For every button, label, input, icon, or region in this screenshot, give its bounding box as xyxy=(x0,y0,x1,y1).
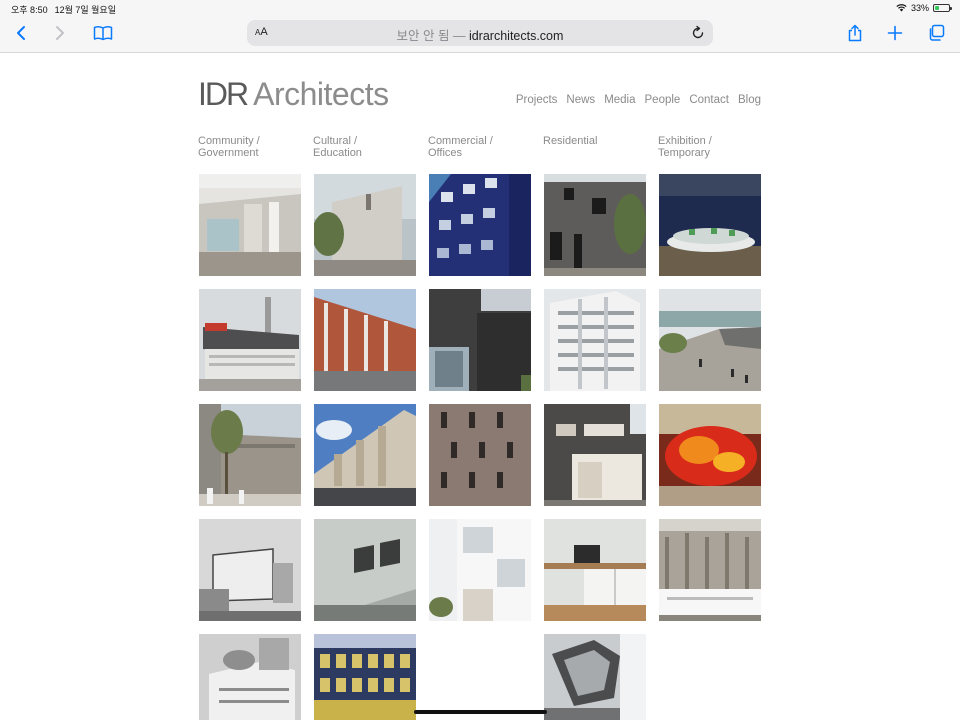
project-thumbnail[interactable] xyxy=(429,404,531,506)
reload-icon xyxy=(692,25,704,39)
status-bar: 오후 8:50 12월 7일 월요일 33% xyxy=(0,0,960,16)
share-icon xyxy=(848,24,862,42)
project-thumbnail[interactable] xyxy=(659,289,761,391)
wifi-icon xyxy=(896,4,907,12)
project-thumbnail[interactable] xyxy=(314,519,416,621)
category-line2: Offices xyxy=(428,147,463,159)
category-cultural-education[interactable]: Cultural / Education xyxy=(313,135,416,159)
chevron-left-icon xyxy=(17,26,25,40)
category-line2: Temporary xyxy=(658,147,710,159)
category-line1: Cultural / xyxy=(313,135,358,147)
category-line2: Education xyxy=(313,147,362,159)
status-left: 오후 8:50 12월 7일 월요일 xyxy=(11,3,116,16)
category-line1: Community / xyxy=(198,135,260,147)
bookmarks-button[interactable] xyxy=(90,22,116,44)
project-thumbnail[interactable] xyxy=(544,519,646,621)
project-thumbnail[interactable] xyxy=(659,519,761,621)
nav-blog[interactable]: Blog xyxy=(738,94,761,106)
category-community-government[interactable]: Community / Government xyxy=(198,135,301,159)
plus-icon xyxy=(887,25,903,41)
nav-projects[interactable]: Projects xyxy=(516,94,558,106)
project-thumbnail[interactable] xyxy=(429,174,531,276)
category-commercial-offices[interactable]: Commercial / Offices xyxy=(428,135,531,159)
category-line2: Government xyxy=(198,147,259,159)
back-button[interactable] xyxy=(8,22,34,44)
address-security-label: 보안 안 됨 — xyxy=(396,29,466,43)
project-thumbnail[interactable] xyxy=(544,634,646,720)
nav-people[interactable]: People xyxy=(645,94,681,106)
project-thumbnail[interactable] xyxy=(314,289,416,391)
category-exhibition-temporary[interactable]: Exhibition / Temporary xyxy=(658,135,761,159)
status-date: 12월 7일 월요일 xyxy=(54,5,116,15)
project-thumbnail[interactable] xyxy=(199,404,301,506)
project-thumbnail[interactable] xyxy=(659,174,761,276)
site-logo[interactable]: IDR Architects xyxy=(198,76,389,113)
reload-button[interactable] xyxy=(690,25,706,41)
browser-toolbar: AA 보안 안 됨 — idrarchitects.com xyxy=(0,16,960,53)
home-indicator xyxy=(414,710,547,714)
book-icon xyxy=(93,26,113,41)
project-thumbnail[interactable] xyxy=(544,289,646,391)
site-nav: Projects News Media People Contact Blog xyxy=(516,94,761,106)
project-thumbnail[interactable] xyxy=(659,404,761,506)
category-line1: Residential xyxy=(543,135,598,147)
battery-percent: 33% xyxy=(910,3,929,13)
tabs-icon xyxy=(929,24,945,41)
address-domain: idrarchitects.com xyxy=(468,29,564,43)
nav-contact[interactable]: Contact xyxy=(689,94,729,106)
project-thumbnail[interactable] xyxy=(544,174,646,276)
nav-media[interactable]: Media xyxy=(604,94,635,106)
project-thumbnail[interactable] xyxy=(314,634,416,720)
category-line1: Commercial / xyxy=(428,135,493,147)
category-residential[interactable]: Residential xyxy=(543,135,646,147)
browser-window: 오후 8:50 12월 7일 월요일 33% AA 보안 안 됨 — idrar… xyxy=(0,0,960,720)
web-page: IDR Architects Projects News Media People… xyxy=(0,54,960,720)
forward-button[interactable] xyxy=(47,22,73,44)
project-thumbnail[interactable] xyxy=(429,289,531,391)
new-tab-button[interactable] xyxy=(882,22,908,44)
share-button[interactable] xyxy=(842,22,868,44)
battery-icon xyxy=(933,4,952,12)
logo-architects: Architects xyxy=(253,76,389,112)
logo-idr: IDR xyxy=(198,76,249,112)
project-thumbnail[interactable] xyxy=(199,519,301,621)
nav-news[interactable]: News xyxy=(566,94,595,106)
project-thumbnail[interactable] xyxy=(314,404,416,506)
status-right: 33% xyxy=(896,3,952,13)
project-thumbnail[interactable] xyxy=(429,519,531,621)
address-text: 보안 안 됨 — idrarchitects.com xyxy=(247,25,713,44)
tabs-button[interactable] xyxy=(923,22,949,44)
project-thumbnail[interactable] xyxy=(199,174,301,276)
battery-fill xyxy=(935,6,940,10)
project-thumbnail[interactable] xyxy=(199,289,301,391)
project-thumbnail[interactable] xyxy=(199,634,301,720)
chevron-right-icon xyxy=(56,26,64,40)
status-time: 오후 8:50 xyxy=(11,5,48,15)
address-bar[interactable]: AA 보안 안 됨 — idrarchitects.com xyxy=(247,20,713,46)
project-thumbnail[interactable] xyxy=(314,174,416,276)
project-thumbnail[interactable] xyxy=(544,404,646,506)
category-line1: Exhibition / xyxy=(658,135,712,147)
